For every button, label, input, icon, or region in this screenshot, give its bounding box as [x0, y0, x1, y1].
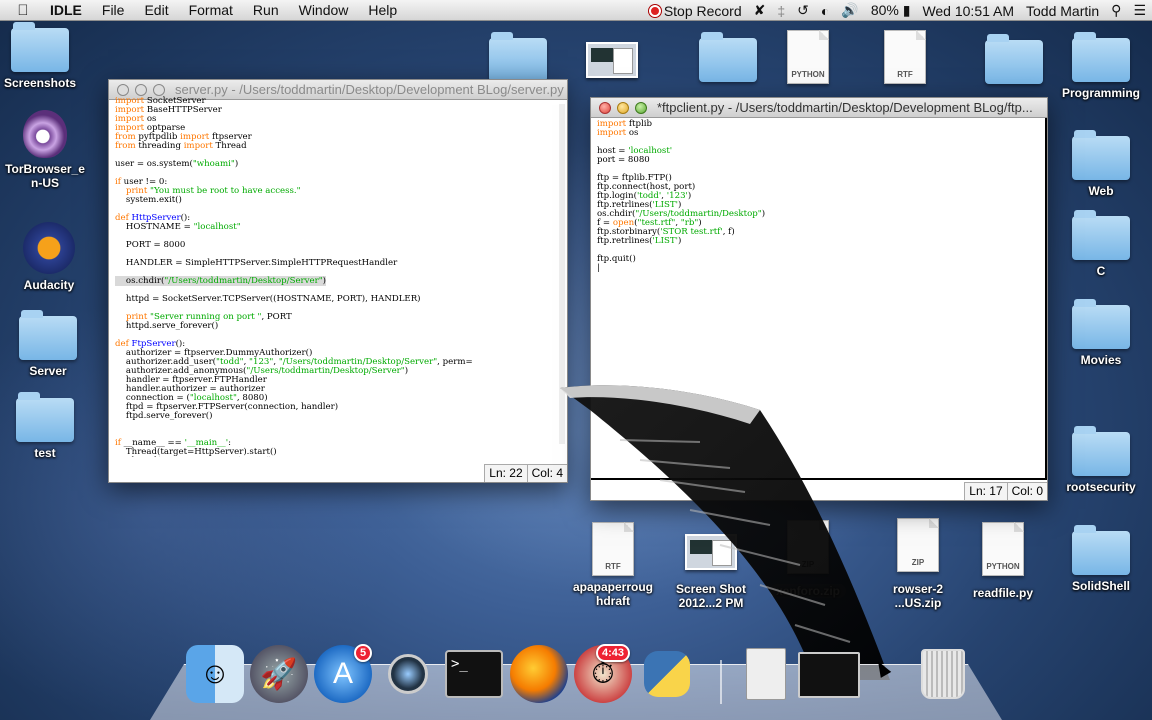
- server-scrollbar[interactable]: [559, 104, 565, 444]
- notification-icon[interactable]: ☰: [1127, 2, 1152, 19]
- line-indicator: Ln: 17: [964, 483, 1007, 500]
- minimize-icon[interactable]: [135, 83, 147, 96]
- desktop-folder-server[interactable]: Server: [0, 310, 96, 378]
- clock[interactable]: Wed 10:51 AM: [916, 3, 1020, 19]
- desktop-folder-top-3[interactable]: [966, 34, 1062, 84]
- wifi-icon[interactable]: ◐: [815, 3, 835, 19]
- window-controls: [117, 83, 165, 96]
- menu-window[interactable]: Window: [289, 2, 359, 18]
- dock-firefox-icon[interactable]: [510, 645, 568, 703]
- folder-icon: [11, 22, 69, 72]
- desktop-folder-web[interactable]: Web: [1053, 130, 1149, 198]
- user-menu[interactable]: Todd Martin: [1020, 3, 1105, 19]
- menu-file[interactable]: File: [92, 2, 135, 18]
- zip-file-icon: ZIP: [787, 520, 829, 574]
- folder-icon: [1072, 32, 1130, 82]
- menu-format[interactable]: Format: [179, 2, 243, 18]
- folder-icon: [489, 32, 547, 82]
- ftpclient-window-titlebar[interactable]: *ftpclient.py - /Users/toddmartin/Deskto…: [591, 98, 1047, 118]
- folder-icon: [16, 392, 74, 442]
- line-indicator: Ln: 22: [484, 465, 527, 482]
- desktop-folder-programming[interactable]: Programming: [1053, 32, 1149, 100]
- desktop-folder-c[interactable]: C: [1053, 210, 1149, 278]
- dock-python-launcher-icon[interactable]: [638, 645, 696, 703]
- column-indicator: Col: 4: [526, 465, 567, 482]
- tools-icon[interactable]: ✘: [748, 2, 772, 19]
- ftpclient-code-area[interactable]: import ftplib import os host = 'localhos…: [591, 118, 1047, 480]
- tor-onion-icon: [23, 110, 67, 158]
- dock-finder-icon[interactable]: ☺: [186, 645, 244, 703]
- desktop-folder-screenshots[interactable]: Screenshots: [0, 22, 88, 90]
- time-machine-icon[interactable]: ↺: [791, 2, 815, 19]
- server-status-bar: Ln: 22 Col: 4: [484, 464, 567, 482]
- folder-icon: [699, 32, 757, 82]
- folder-icon: [1072, 130, 1130, 180]
- apple-menu-icon[interactable]: : [0, 2, 46, 19]
- close-icon[interactable]: [117, 83, 129, 96]
- desktop-app-audacity[interactable]: Audacity: [1, 222, 97, 292]
- zoom-icon[interactable]: [635, 101, 647, 114]
- dock-document-icon[interactable]: [746, 648, 786, 700]
- server-editor-window[interactable]: server.py - /Users/toddmartin/Desktop/De…: [108, 79, 568, 483]
- desktop-folder-top-1[interactable]: [470, 32, 566, 82]
- desktop-python-file-top[interactable]: PYTHON: [760, 30, 856, 84]
- desktop-zip-xenforo[interactable]: ZIP xenforo.zip: [760, 520, 856, 600]
- dock-facetime-icon[interactable]: [378, 645, 438, 703]
- menu-run[interactable]: Run: [243, 2, 289, 18]
- desktop-screenshot-file[interactable]: Screen Shot 2012...2 PM: [663, 534, 759, 610]
- minimize-icon[interactable]: [617, 101, 629, 114]
- desktop-folder-test[interactable]: test: [0, 392, 93, 460]
- appstore-badge: 5: [354, 644, 373, 662]
- desktop-folder-solidshell[interactable]: SolidShell: [1053, 525, 1149, 593]
- folder-icon: [19, 310, 77, 360]
- close-icon[interactable]: [599, 101, 611, 114]
- python-file-icon: PYTHON: [982, 522, 1024, 576]
- battery-status[interactable]: 80% ▮: [865, 2, 917, 19]
- menu-help[interactable]: Help: [358, 2, 407, 18]
- dock-trash-icon[interactable]: [914, 645, 972, 703]
- desktop-rtf-file-top[interactable]: RTF: [857, 30, 953, 84]
- desktop-screenshot-top[interactable]: [564, 42, 660, 78]
- screenshot-thumbnail-icon: [586, 42, 638, 78]
- folder-icon: [1072, 210, 1130, 260]
- python-file-icon: PYTHON: [787, 30, 829, 84]
- dock-terminal-icon[interactable]: >_: [445, 650, 503, 698]
- dock-separator: [720, 660, 722, 704]
- bluetooth-icon[interactable]: ‡: [771, 3, 791, 19]
- rtf-file-icon: RTF: [592, 522, 634, 576]
- folder-icon: [1072, 426, 1130, 476]
- menubar:  IDLE File Edit Format Run Window Help …: [0, 0, 1152, 21]
- dock-minimized-window-thumbnail[interactable]: [798, 652, 860, 698]
- desktop-python-readfile[interactable]: PYTHON readfile.py: [955, 522, 1051, 600]
- timer-badge: 4:43: [596, 644, 631, 662]
- folder-icon: [1072, 525, 1130, 575]
- record-icon: [648, 4, 661, 17]
- zip-file-icon: ZIP: [897, 518, 939, 572]
- desktop-folder-rootsecurity[interactable]: rootsecurity: [1053, 426, 1149, 494]
- spotlight-icon[interactable]: ⚲: [1105, 2, 1127, 19]
- folder-icon: [1072, 299, 1130, 349]
- ftpclient-editor-window[interactable]: *ftpclient.py - /Users/toddmartin/Deskto…: [590, 97, 1048, 501]
- menu-edit[interactable]: Edit: [134, 2, 178, 18]
- desktop-app-torbrowser[interactable]: TorBrowser_e n-US: [0, 110, 93, 190]
- server-window-title: server.py - /Users/toddmartin/Desktop/De…: [175, 82, 564, 97]
- zoom-icon[interactable]: [153, 83, 165, 96]
- audacity-icon: [23, 222, 75, 274]
- desktop-rtf-apapaperroughdraft[interactable]: RTF apapaperroug hdraft: [565, 522, 661, 608]
- volume-icon[interactable]: 🔊: [835, 2, 864, 19]
- screenshot-thumbnail-icon: [685, 534, 737, 570]
- ftpclient-window-title: *ftpclient.py - /Users/toddmartin/Deskto…: [657, 100, 1033, 115]
- server-code-area[interactable]: import SocketServer import BaseHTTPServe…: [109, 95, 567, 457]
- window-controls: [599, 101, 647, 114]
- stop-record-button[interactable]: Stop Record: [643, 3, 748, 19]
- dock-launchpad-icon[interactable]: 🚀: [250, 645, 308, 703]
- ftpclient-status-bar: Ln: 17 Col: 0: [964, 482, 1047, 500]
- desktop-zip-torbrowser[interactable]: ZIP rowser-2 ...US.zip: [870, 518, 966, 610]
- folder-icon: [985, 34, 1043, 84]
- column-indicator: Col: 0: [1006, 483, 1047, 500]
- app-menu[interactable]: IDLE: [46, 2, 92, 18]
- desktop-folder-movies[interactable]: Movies: [1053, 299, 1149, 367]
- rtf-file-icon: RTF: [884, 30, 926, 84]
